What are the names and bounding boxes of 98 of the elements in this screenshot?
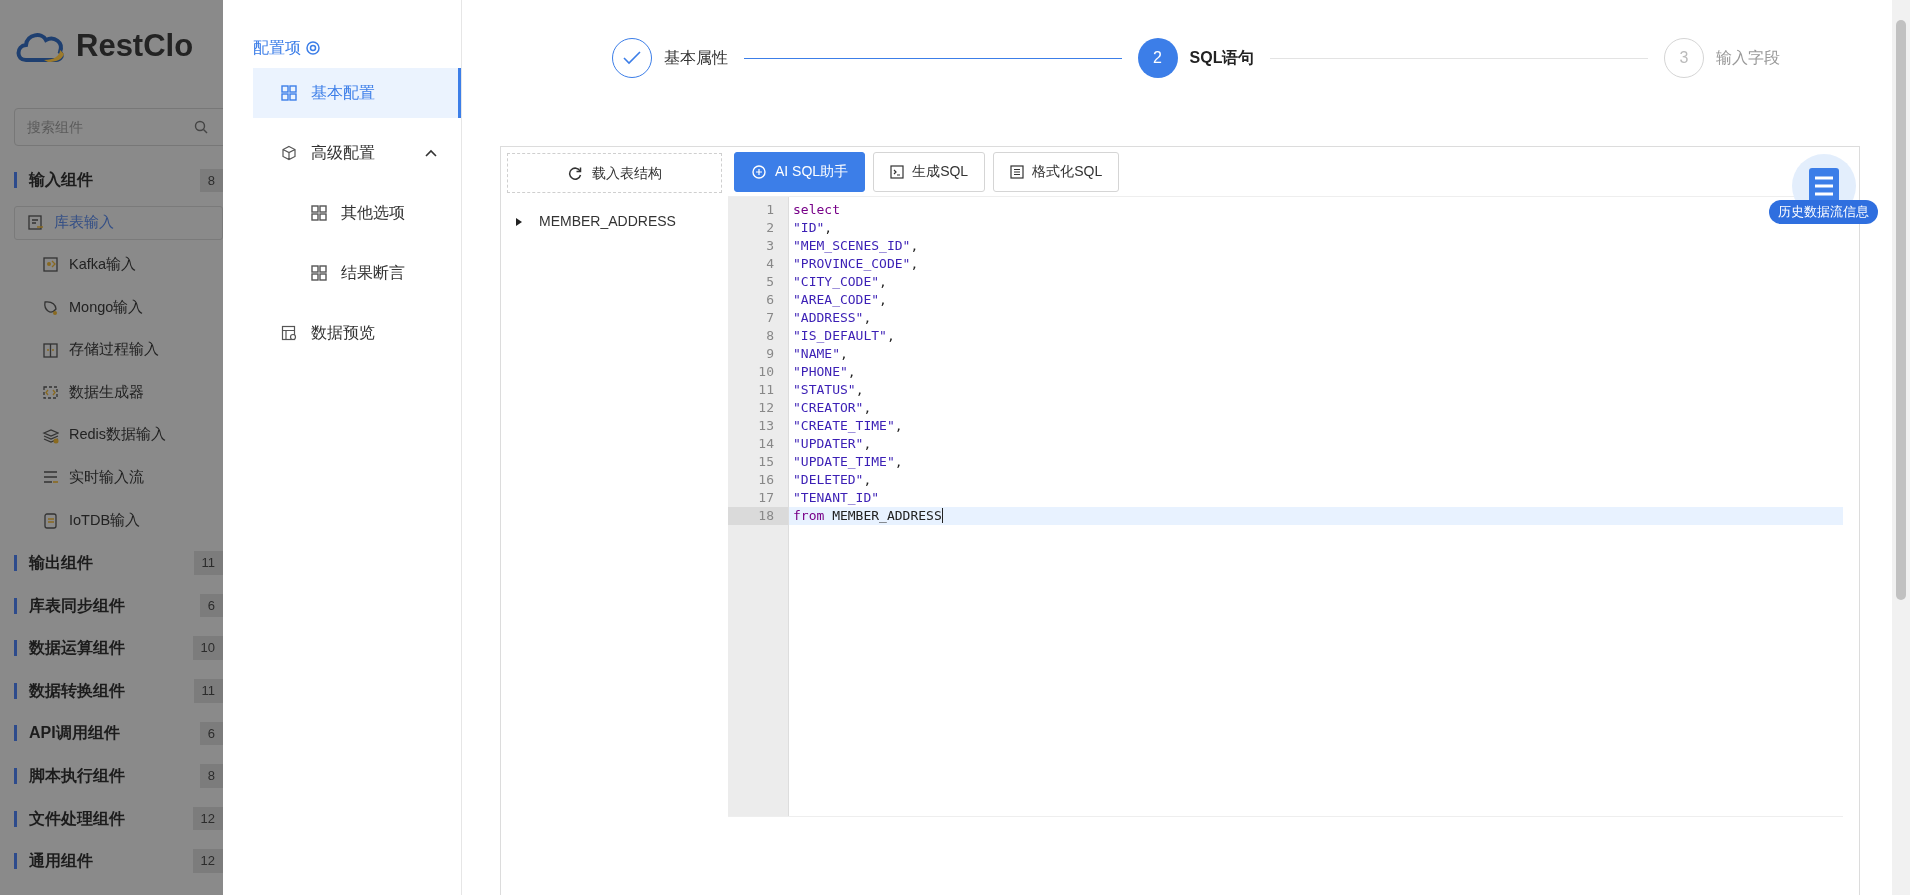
component-item[interactable]: IoTDB输入 xyxy=(14,499,223,542)
line-number: 10 xyxy=(757,363,775,381)
target-icon xyxy=(305,40,321,56)
line-number: 15 xyxy=(757,453,775,471)
code-line: "DELETED", xyxy=(792,471,872,489)
code-line: "AREA_CODE", xyxy=(792,291,887,309)
group-title[interactable]: 通用组件 xyxy=(29,849,193,874)
component-icon xyxy=(42,426,59,444)
component-item[interactable]: 实时输入流 xyxy=(14,456,223,500)
line-number: 18 xyxy=(728,507,788,525)
scrollbar[interactable] xyxy=(1892,0,1910,895)
ai-icon xyxy=(751,163,767,180)
nav-item[interactable]: 其他选项 xyxy=(253,188,461,238)
line-number: 9 xyxy=(765,345,775,363)
component-item[interactable]: Redis数据输入 xyxy=(14,413,223,457)
group-title[interactable]: 脚本执行组件 xyxy=(29,764,200,788)
count-badge: 12 xyxy=(192,806,223,831)
line-number: 3 xyxy=(765,237,775,255)
code-line: "PHONE", xyxy=(792,363,856,381)
component-item[interactable]: 存储过程输入 xyxy=(14,328,223,372)
component-icon xyxy=(42,511,59,529)
component-icon xyxy=(42,384,59,402)
search-icon xyxy=(194,120,208,134)
line-number: 13 xyxy=(757,417,775,435)
code-line: "TENANT_ID" xyxy=(792,489,880,507)
code-line: "PROVINCE_CODE", xyxy=(792,255,919,273)
line-number: 14 xyxy=(757,435,775,453)
group-title[interactable]: 文件处理组件 xyxy=(29,806,193,831)
toolbar-button[interactable]: 生成SQL xyxy=(873,151,986,192)
code-line: "STATUS", xyxy=(792,381,864,399)
line-number: 11 xyxy=(757,381,775,399)
grid-icon xyxy=(281,85,297,101)
count-badge: 8 xyxy=(199,168,223,193)
logo-text: RestClo xyxy=(76,26,194,65)
code-line: "CREATE_TIME", xyxy=(792,417,903,435)
step-label: SQL语句 xyxy=(1189,48,1255,68)
nav-item[interactable]: 结果断言 xyxy=(253,248,461,298)
code-line: "ID", xyxy=(792,219,833,237)
step-circle: 2 xyxy=(1137,38,1178,78)
line-number: 6 xyxy=(765,291,775,309)
history-badge[interactable]: 历史数据流信息 xyxy=(1769,200,1878,224)
code-line: "MEM_SCENES_ID", xyxy=(792,237,919,255)
cube-icon xyxy=(281,145,297,161)
line-number: 5 xyxy=(765,273,775,291)
check-icon xyxy=(623,51,641,65)
section-title: 配置项 xyxy=(253,38,301,58)
nav-item[interactable]: 数据预览 xyxy=(253,308,461,358)
count-badge: 8 xyxy=(199,764,223,788)
code-line: "UPDATER", xyxy=(792,435,872,453)
step-label: 输入字段 xyxy=(1716,48,1780,68)
grid-icon xyxy=(311,265,327,281)
line-number: 12 xyxy=(757,399,775,417)
group-title[interactable]: 输出组件 xyxy=(29,551,194,576)
component-icon xyxy=(27,214,44,232)
line-number: 7 xyxy=(765,309,775,327)
count-badge: 11 xyxy=(193,679,223,703)
scrollbar-thumb[interactable] xyxy=(1896,20,1906,600)
component-item[interactable]: 数据生成器 xyxy=(14,371,223,414)
table-view-icon xyxy=(281,325,297,341)
line-number: 17 xyxy=(757,489,775,507)
group-title[interactable]: API调用组件 xyxy=(29,721,200,746)
line-number: 1 xyxy=(765,201,775,219)
line-number: 4 xyxy=(765,255,775,273)
nav-item[interactable]: 高级配置 xyxy=(253,128,461,178)
count-badge: 10 xyxy=(192,636,223,660)
code-line: "UPDATE_TIME", xyxy=(792,453,903,471)
group-title[interactable]: 数据转换组件 xyxy=(29,678,194,703)
code-line: "NAME", xyxy=(792,345,848,363)
toolbar-button[interactable]: 格式化SQL xyxy=(993,151,1120,192)
component-item[interactable]: Kafka输入 xyxy=(14,243,223,287)
line-number: 8 xyxy=(765,327,775,345)
terminal-icon xyxy=(890,164,905,179)
count-badge: 6 xyxy=(199,593,223,618)
line-number: 2 xyxy=(765,219,775,237)
code-line: "CITY_CODE", xyxy=(792,273,887,291)
component-icon xyxy=(42,299,59,316)
count-badge: 11 xyxy=(193,551,223,575)
refresh-icon xyxy=(567,166,582,180)
toolbar-button[interactable]: AI SQL助手 xyxy=(734,151,866,192)
load-structure-button[interactable]: 载入表结构 xyxy=(507,153,722,193)
group-title[interactable]: 库表同步组件 xyxy=(29,593,200,618)
component-item[interactable]: Mongo输入 xyxy=(14,286,223,329)
code-line: "ADDRESS", xyxy=(792,309,872,327)
group-title[interactable]: 输入组件 xyxy=(29,168,200,193)
code-line: select xyxy=(792,201,840,219)
table-node[interactable]: MEMBER_ADDRESS xyxy=(507,193,722,232)
code-line: "CREATOR", xyxy=(792,399,872,417)
group-title[interactable]: 数据运算组件 xyxy=(29,636,193,661)
count-badge: 12 xyxy=(192,849,223,873)
step-label: 基本属性 xyxy=(664,48,728,68)
nav-item[interactable]: 基本配置 xyxy=(253,68,461,118)
document-icon xyxy=(1010,164,1025,179)
component-icon xyxy=(42,341,59,359)
count-badge: 6 xyxy=(199,721,223,746)
code-line: "IS_DEFAULT", xyxy=(792,327,895,345)
component-icon xyxy=(42,256,59,274)
line-number: 16 xyxy=(757,471,775,489)
grid-icon xyxy=(311,205,327,221)
